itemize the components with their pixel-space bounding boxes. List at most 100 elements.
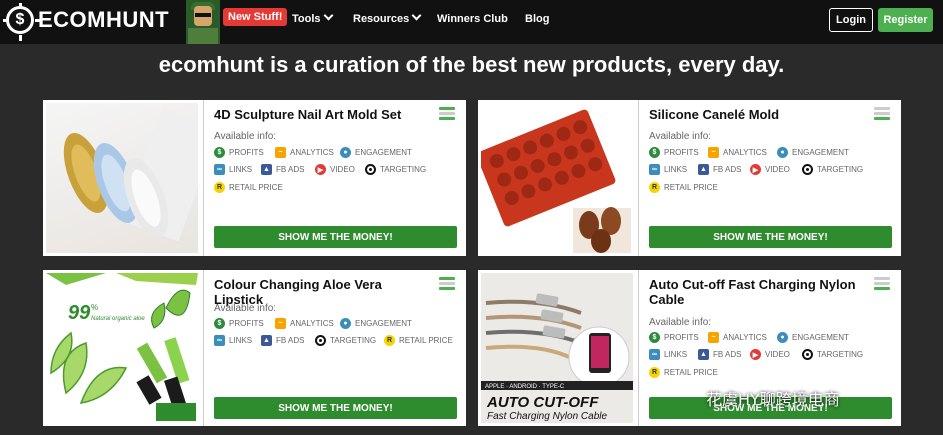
feature-video: ▶ VIDEO [315, 164, 355, 175]
link-icon: ∞ [649, 349, 660, 360]
nav-resources[interactable]: Resources [353, 10, 422, 25]
feature-retail: R RETAIL PRICE [214, 182, 283, 193]
feature-profits: $ PROFITS [649, 332, 699, 343]
feature-retail: R RETAIL PRICE [384, 335, 453, 346]
feature-analytics: ~ ANALYTICS [275, 318, 334, 329]
user-icon: ● [340, 147, 351, 158]
fb-ads-icon: ▲ [698, 164, 709, 175]
dollar-icon: $ [649, 147, 660, 158]
image-text-pct: % [91, 303, 98, 312]
image-headline-text: AUTO CUT-OFF [486, 394, 599, 411]
target-icon [802, 349, 813, 360]
available-info-label: Available info: [649, 317, 712, 328]
feature-links: ∞ LINKS [649, 164, 687, 175]
feature-retail: R RETAIL PRICE [649, 182, 718, 193]
retail-price-icon: R [649, 182, 660, 193]
product-title[interactable]: Auto Cut-off Fast Charging Nylon Cable [649, 277, 864, 307]
register-button[interactable]: Register [878, 8, 933, 32]
feature-engagement: ● ENGAGEMENT [777, 332, 849, 343]
target-icon [802, 164, 813, 175]
watermark-text: 花虞HY聊跨境电商 [706, 390, 840, 409]
fb-ads-icon: ▲ [261, 164, 272, 175]
user-icon: ● [340, 318, 351, 329]
ecomhunt-logo[interactable]: $ ECOMHUNT [3, 3, 170, 35]
user-icon: ● [777, 147, 788, 158]
feature-links: ∞ LINKS [214, 164, 252, 175]
link-icon: ∞ [649, 164, 660, 175]
retail-price-icon: R [214, 182, 225, 193]
nav-winners-club[interactable]: Winners Club [437, 13, 508, 25]
dollar-icon: $ [649, 332, 660, 343]
play-icon: ▶ [750, 164, 761, 175]
retail-price-icon: R [649, 367, 660, 378]
chevron-down-icon [323, 10, 333, 21]
feature-profits: $ PROFITS [214, 318, 264, 329]
logo-text: ECOMHUNT [38, 7, 170, 32]
feature-analytics: ~ ANALYTICS [708, 147, 767, 158]
product-card: Silicone Canelé Mold Available info: $ PR… [478, 100, 901, 256]
feature-engagement: ● ENGAGEMENT [340, 147, 412, 158]
feature-video: ▶ VIDEO [750, 164, 790, 175]
feature-targeting: TARGETING [315, 335, 376, 346]
link-icon: ∞ [214, 164, 225, 175]
popularity-meter [439, 107, 455, 122]
retail-price-icon: R [384, 335, 395, 346]
fb-ads-icon: ▲ [261, 335, 272, 346]
feature-engagement: ● ENGAGEMENT [340, 318, 412, 329]
link-icon: ∞ [214, 335, 225, 346]
feature-fbads: ▲ FB ADS [261, 335, 304, 346]
top-navbar: $ ECOMHUNT New Stuff! Tools Resources Wi… [0, 0, 943, 44]
feature-engagement: ● ENGAGEMENT [777, 147, 849, 158]
available-info-label: Available info: [214, 131, 277, 142]
new-stuff-badge[interactable]: New Stuff! [223, 8, 288, 26]
dollar-icon: $ [214, 147, 225, 158]
show-money-button[interactable]: SHOW ME THE MONEY! [649, 226, 892, 248]
login-button[interactable]: Login [829, 8, 873, 32]
feature-retail: R RETAIL PRICE [649, 367, 718, 378]
target-icon [365, 164, 376, 175]
mascot-image [186, 0, 220, 44]
product-image[interactable] [481, 103, 633, 253]
image-sub-text: Fast Charging Nylon Cable [487, 411, 607, 422]
feature-targeting: TARGETING [802, 349, 863, 360]
target-icon [315, 335, 326, 346]
feature-fbads: ▲ FB ADS [261, 164, 304, 175]
chart-icon: ~ [708, 332, 719, 343]
image-text-99: 99 [68, 302, 91, 324]
dollar-target-icon: $ [3, 3, 34, 34]
feature-fbads: ▲ FB ADS [698, 349, 741, 360]
page-headline: ecomhunt is a curation of the best new p… [158, 52, 785, 77]
show-money-button[interactable]: SHOW ME THE MONEY! [214, 397, 457, 419]
feature-profits: $ PROFITS [214, 147, 264, 158]
product-image[interactable]: 99 % Natural organic aloe [46, 273, 198, 423]
popularity-meter [874, 107, 890, 122]
feature-video: ▶ VIDEO [750, 349, 790, 360]
feature-analytics: ~ ANALYTICS [708, 332, 767, 343]
feature-profits: $ PROFITS [649, 147, 699, 158]
product-image[interactable] [46, 103, 198, 253]
show-money-button[interactable]: SHOW ME THE MONEY! [214, 226, 457, 248]
product-card: 99 % Natural organic aloe Colour Changin… [43, 270, 466, 426]
popularity-meter [874, 277, 890, 292]
play-icon: ▶ [315, 164, 326, 175]
popularity-meter [439, 277, 455, 292]
feature-links: ∞ LINKS [214, 335, 252, 346]
available-info-label: Available info: [649, 131, 712, 142]
feature-targeting: TARGETING [365, 164, 426, 175]
nav-tools[interactable]: Tools [292, 10, 333, 25]
chart-icon: ~ [275, 147, 286, 158]
image-tag-text: APPLE · ANDROID · TYPE-C [485, 384, 565, 390]
product-card: 4D Sculpture Nail Art Mold Set Available… [43, 100, 466, 256]
chart-icon: ~ [708, 147, 719, 158]
product-image[interactable]: APPLE · ANDROID · TYPE-C AUTO CUT-OFF Fa… [481, 273, 633, 423]
dollar-icon: $ [214, 318, 225, 329]
product-title[interactable]: Silicone Canelé Mold [649, 107, 864, 122]
feature-links: ∞ LINKS [649, 349, 687, 360]
nav-blog[interactable]: Blog [525, 13, 549, 25]
available-info-label: Available info: [214, 303, 277, 314]
feature-analytics: ~ ANALYTICS [275, 147, 334, 158]
feature-fbads: ▲ FB ADS [698, 164, 741, 175]
chart-icon: ~ [275, 318, 286, 329]
product-title[interactable]: 4D Sculpture Nail Art Mold Set [214, 107, 429, 122]
feature-targeting: TARGETING [802, 164, 863, 175]
